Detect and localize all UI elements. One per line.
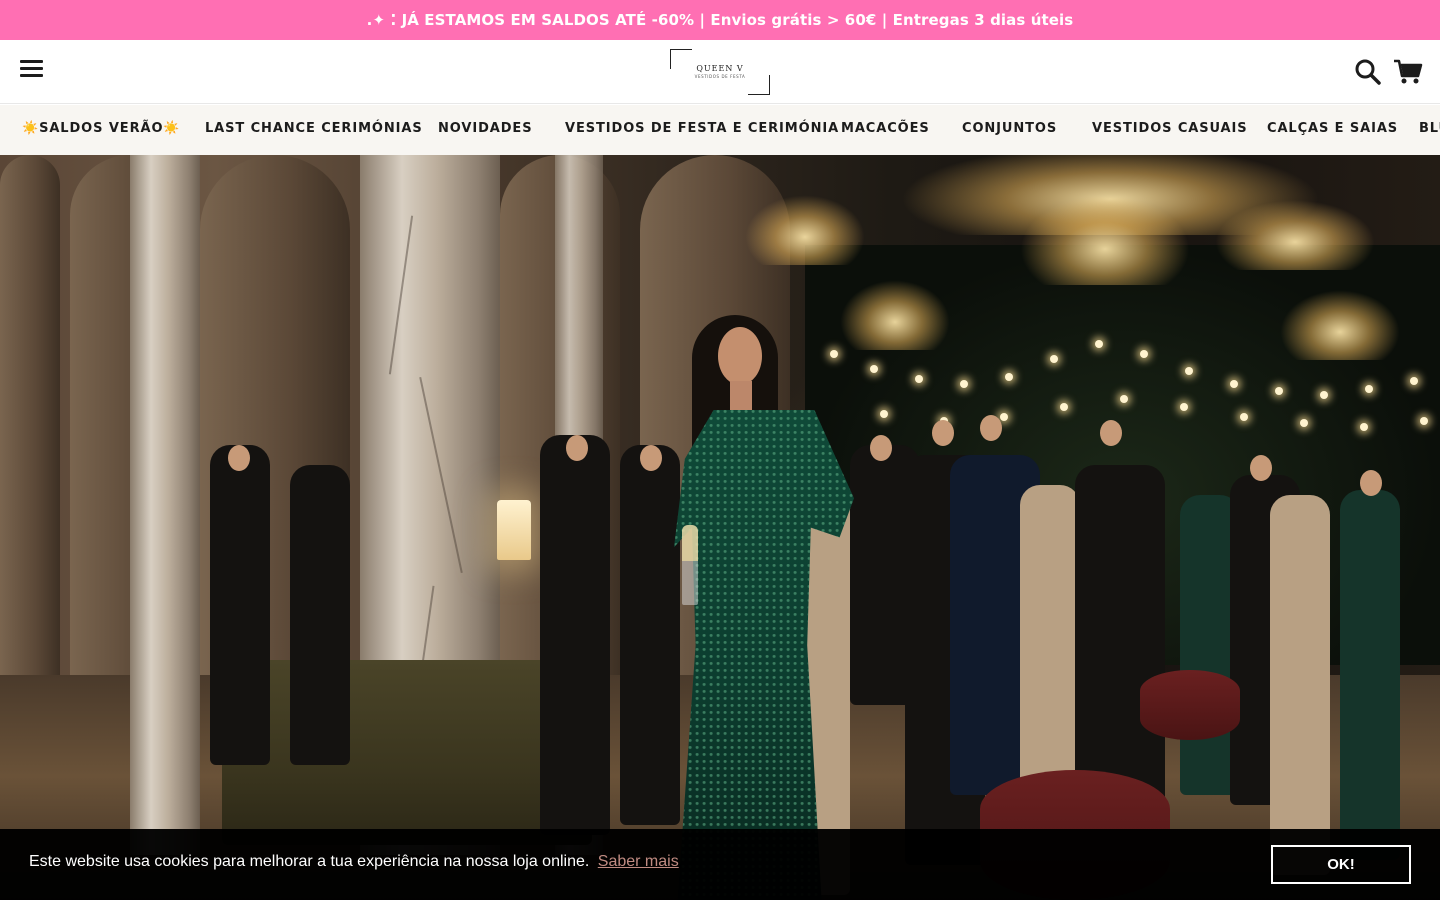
string-light: [1000, 413, 1008, 421]
string-light: [1365, 385, 1373, 393]
cookie-learn-more-link[interactable]: Saber mais: [598, 853, 679, 870]
table-lamp: [497, 500, 531, 560]
guest-head: [228, 445, 250, 471]
string-light: [1185, 367, 1193, 375]
string-light: [1120, 395, 1128, 403]
logo-tagline: VESTIDOS DE FESTA: [694, 74, 746, 79]
guest: [290, 465, 350, 765]
green-sequin-dress: [674, 410, 854, 900]
guest-head: [1250, 455, 1272, 481]
guest: [1340, 490, 1400, 860]
model-in-green-sequin-dress: [670, 315, 870, 900]
guest: [1270, 495, 1330, 875]
guest-head: [1100, 420, 1122, 446]
chandelier: [1020, 195, 1190, 285]
string-light: [1300, 419, 1308, 427]
string-light: [1005, 373, 1013, 381]
search-icon[interactable]: [1354, 58, 1382, 86]
site-header: QUEEN V VESTIDOS DE FESTA: [0, 40, 1440, 104]
guest: [210, 445, 270, 765]
site-logo[interactable]: QUEEN V VESTIDOS DE FESTA: [670, 49, 770, 95]
string-light: [1140, 350, 1148, 358]
ottoman: [1140, 670, 1240, 740]
arch: [0, 155, 60, 715]
nav-item-last-chance-cerimonias[interactable]: LAST CHANCE CERIMÓNIAS: [205, 105, 423, 155]
guest-head: [980, 415, 1002, 441]
model-face: [718, 327, 762, 385]
hamburger-menu-icon[interactable]: [20, 60, 44, 82]
guest-head: [566, 435, 588, 461]
string-light: [1320, 391, 1328, 399]
nav-item-blusas[interactable]: BLU: [1419, 105, 1440, 155]
guest: [1020, 485, 1080, 815]
model-neck: [730, 381, 752, 411]
string-light: [1180, 403, 1188, 411]
nav-item-saldos-verao[interactable]: ☀️SALDOS VERÃO☀️: [22, 105, 180, 155]
string-light: [1360, 423, 1368, 431]
string-light: [1420, 417, 1428, 425]
string-light: [915, 375, 923, 383]
string-light: [1230, 380, 1238, 388]
nav-item-conjuntos[interactable]: CONJUNTOS: [962, 105, 1057, 155]
string-light: [1240, 413, 1248, 421]
string-light: [1410, 377, 1418, 385]
chandelier: [1280, 290, 1400, 360]
cookie-message-text: Este website usa cookies para melhorar a…: [29, 853, 590, 870]
hero-banner-image[interactable]: [0, 155, 1440, 900]
guest: [1075, 465, 1165, 805]
nav-item-macacoes[interactable]: MACACÕES: [841, 105, 930, 155]
chandelier: [745, 195, 865, 265]
string-light: [1095, 340, 1103, 348]
string-light: [870, 365, 878, 373]
nav-item-vestidos-de-festa[interactable]: VESTIDOS DE FESTA E CERIMÓNIA: [565, 105, 839, 155]
nav-item-novidades[interactable]: NOVIDADES: [438, 105, 532, 155]
string-light: [960, 380, 968, 388]
champagne-glass: [682, 525, 698, 605]
string-light: [1060, 403, 1068, 411]
guest-head: [870, 435, 892, 461]
nav-item-calcas-e-saias[interactable]: CALÇAS E SAIAS: [1267, 105, 1398, 155]
guest-head: [932, 420, 954, 446]
velvet-sofa: [222, 660, 592, 845]
main-navigation: ☀️SALDOS VERÃO☀️ LAST CHANCE CERIMÓNIAS …: [0, 105, 1440, 155]
logo-name: QUEEN V: [696, 64, 744, 73]
marble-pillar: [130, 155, 200, 855]
announcement-bar: .✦ ⁚ JÁ ESTAMOS EM SALDOS ATÉ -60% | Env…: [0, 0, 1440, 40]
cookie-message: Este website usa cookies para melhorar a…: [29, 853, 679, 871]
cookie-banner: Este website usa cookies para melhorar a…: [0, 829, 1440, 900]
nav-item-vestidos-casuais[interactable]: VESTIDOS CASUAIS: [1092, 105, 1248, 155]
announcement-text: .✦ ⁚ JÁ ESTAMOS EM SALDOS ATÉ -60% | Env…: [366, 11, 1074, 29]
chandelier: [1215, 200, 1375, 270]
cookie-accept-button[interactable]: OK!: [1271, 845, 1411, 884]
guest-head: [640, 445, 662, 471]
string-light: [880, 410, 888, 418]
guest: [540, 435, 610, 835]
shopping-cart-icon[interactable]: [1393, 58, 1423, 86]
string-light: [1275, 387, 1283, 395]
string-light: [1050, 355, 1058, 363]
guest-head: [1360, 470, 1382, 496]
